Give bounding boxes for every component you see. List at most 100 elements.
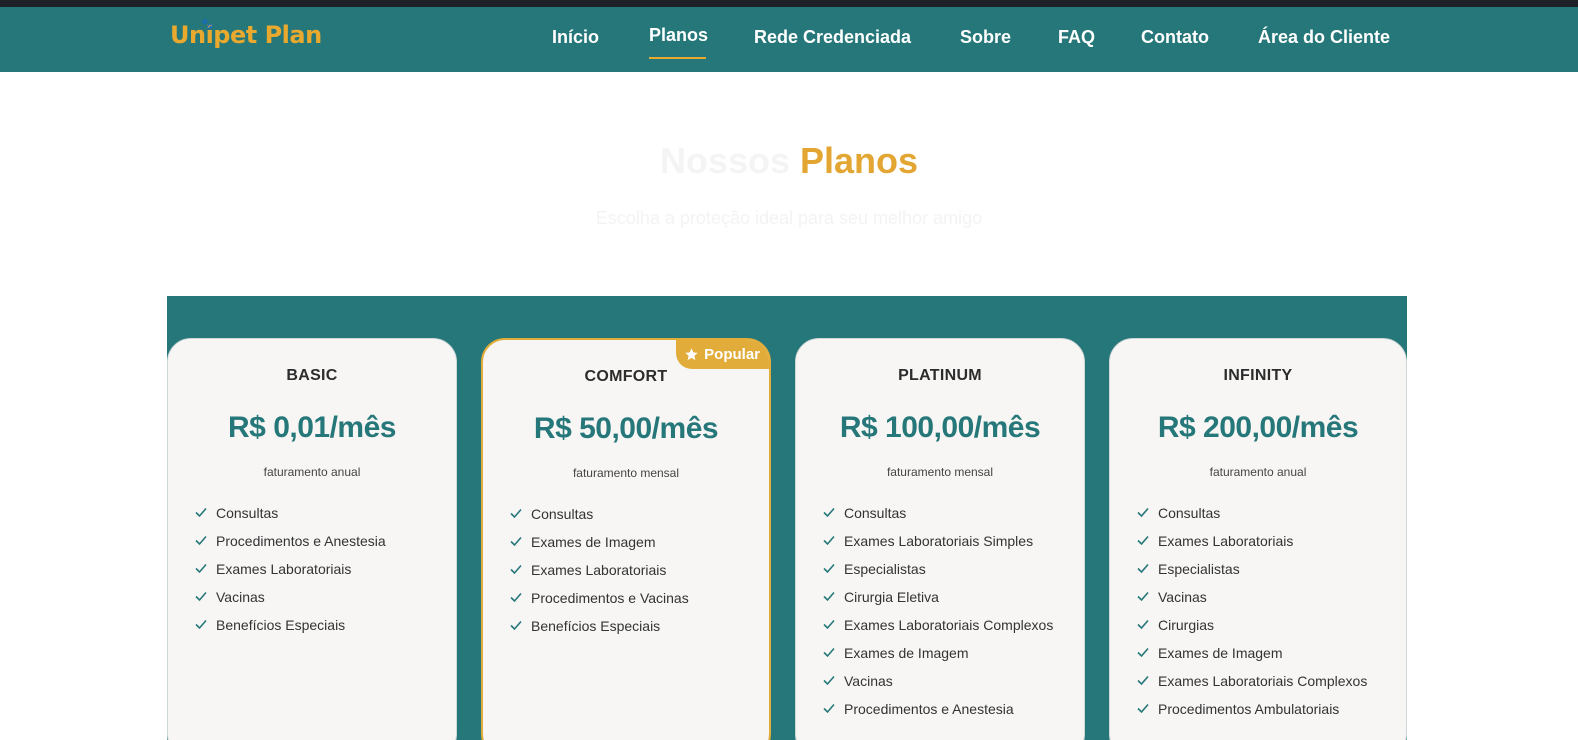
feature-text: Exames Laboratoriais Simples: [844, 533, 1034, 549]
page-subtitle: Escolha a proteção ideal para seu melhor…: [595, 208, 983, 228]
feature-text: Vacinas: [1158, 589, 1207, 605]
check-icon: [823, 535, 835, 546]
plan-name: PLATINUM: [898, 367, 982, 384]
check-icon: [1137, 675, 1149, 686]
feature-text: Exames de Imagem: [844, 645, 969, 661]
feature-text: Consultas: [531, 506, 594, 522]
nav-link-contato[interactable]: Contato: [1141, 27, 1209, 48]
page-title-part2: Planos: [800, 140, 919, 181]
plan-price: R$ 50,00/mês: [533, 412, 719, 445]
feature-item: Vacinas: [1136, 587, 1386, 607]
feature-item: Exames Laboratoriais Complexos: [1136, 671, 1386, 691]
feature-text: Exames de Imagem: [531, 534, 656, 550]
popular-badge-label: Popular: [704, 345, 760, 363]
feature-item: Exames Laboratoriais: [1136, 531, 1386, 551]
plan-price: R$ 0,01/mês: [228, 411, 396, 444]
feature-item: Benefícios Especiais: [509, 616, 749, 636]
plan-name: COMFORT: [584, 368, 668, 385]
plan-name: BASIC: [286, 367, 338, 384]
nav-link-inicio[interactable]: Início: [552, 27, 599, 48]
nav-link-planos[interactable]: Planos: [649, 25, 708, 46]
feature-item: Procedimentos e Anestesia: [822, 699, 1064, 719]
check-icon: [195, 591, 207, 602]
feature-text: Cirurgias: [1158, 617, 1215, 633]
plan-card-basic[interactable]: BASIC R$ 0,01/mês faturamento anual Cons…: [167, 338, 457, 740]
plan-billing: faturamento anual: [263, 465, 361, 479]
feature-item: Vacinas: [194, 587, 436, 607]
feature-item: Especialistas: [1136, 559, 1386, 579]
feature-list: Consultas Exames de Imagem Exames Labora…: [509, 504, 749, 644]
check-icon: [1137, 591, 1149, 602]
feature-item: Exames Laboratoriais Complexos: [822, 615, 1064, 635]
plans-section: BASIC R$ 0,01/mês faturamento anual Cons…: [167, 296, 1407, 740]
feature-item: Exames de Imagem: [509, 532, 749, 552]
popular-badge: Popular: [676, 340, 769, 369]
nav-link-sobre[interactable]: Sobre: [960, 27, 1011, 48]
nav-link-area-do-cliente[interactable]: Área do Cliente: [1258, 27, 1390, 48]
plan-price: R$ 100,00/mês: [839, 411, 1041, 444]
check-icon: [510, 564, 522, 575]
feature-text: Vacinas: [216, 589, 265, 605]
check-icon: [195, 563, 207, 574]
navbar: Unipet Plan 🐾 Início Planos Rede Credenc…: [0, 7, 1578, 72]
check-icon: [1137, 563, 1149, 574]
feature-list: Consultas Exames Laboratoriais Simples E…: [822, 503, 1064, 727]
check-icon: [823, 675, 835, 686]
feature-item: Exames Laboratoriais: [194, 559, 436, 579]
feature-item: Consultas: [509, 504, 749, 524]
plan-card-comfort[interactable]: Popular COMFORT R$ 50,00/mês faturamento…: [481, 338, 771, 740]
feature-text: Exames Laboratoriais: [1158, 533, 1294, 549]
feature-item: Consultas: [194, 503, 436, 523]
feature-item: Cirurgias: [1136, 615, 1386, 635]
nav-link-faq[interactable]: FAQ: [1058, 27, 1095, 48]
feature-text: Consultas: [1158, 505, 1221, 521]
feature-text: Exames Laboratoriais: [531, 562, 667, 578]
page-title-part1: Nossos: [659, 140, 790, 181]
check-icon: [510, 592, 522, 603]
feature-text: Consultas: [844, 505, 907, 521]
check-icon: [510, 620, 522, 631]
plan-billing: faturamento anual: [1209, 465, 1307, 479]
feature-item: Cirurgia Eletiva: [822, 587, 1064, 607]
check-icon: [823, 647, 835, 658]
check-icon: [195, 507, 207, 518]
feature-item: Procedimentos e Anestesia: [194, 531, 436, 551]
check-icon: [1137, 507, 1149, 518]
plan-card-infinity[interactable]: INFINITY R$ 200,00/mês faturamento anual…: [1109, 338, 1407, 740]
feature-text: Consultas: [216, 505, 279, 521]
page-title: Nossos Planos: [0, 140, 1578, 182]
feature-text: Especialistas: [1158, 561, 1240, 577]
active-nav-underline: [649, 57, 706, 59]
feature-item: Exames Laboratoriais: [509, 560, 749, 580]
check-icon: [195, 619, 207, 630]
feature-item: Procedimentos Ambulatoriais: [1136, 699, 1386, 719]
feature-text: Exames de Imagem: [1158, 645, 1283, 661]
check-icon: [1137, 647, 1149, 658]
feature-text: Procedimentos e Vacinas: [531, 590, 689, 606]
feature-text: Especialistas: [844, 561, 926, 577]
feature-item: Especialistas: [822, 559, 1064, 579]
check-icon: [510, 508, 522, 519]
nav-link-rede-credenciada[interactable]: Rede Credenciada: [754, 27, 911, 48]
check-icon: [1137, 703, 1149, 714]
feature-item: Exames de Imagem: [822, 643, 1064, 663]
window-top-bar: [0, 0, 1578, 7]
nav-links: Início Planos Rede Credenciada Sobre FAQ…: [0, 7, 1578, 72]
feature-list: Consultas Procedimentos e Anestesia Exam…: [194, 503, 436, 643]
feature-text: Benefícios Especiais: [216, 617, 346, 633]
star-icon: [685, 347, 698, 360]
check-icon: [510, 536, 522, 547]
plan-billing: faturamento mensal: [572, 466, 680, 480]
check-icon: [823, 563, 835, 574]
check-icon: [195, 535, 207, 546]
feature-item: Procedimentos e Vacinas: [509, 588, 749, 608]
plan-card-platinum[interactable]: PLATINUM R$ 100,00/mês faturamento mensa…: [795, 338, 1085, 740]
feature-item: Exames de Imagem: [1136, 643, 1386, 663]
check-icon: [823, 591, 835, 602]
feature-text: Vacinas: [844, 673, 893, 689]
feature-text: Exames Laboratoriais: [216, 561, 352, 577]
feature-item: Benefícios Especiais: [194, 615, 436, 635]
check-icon: [823, 619, 835, 630]
check-icon: [823, 703, 835, 714]
check-icon: [1137, 619, 1149, 630]
